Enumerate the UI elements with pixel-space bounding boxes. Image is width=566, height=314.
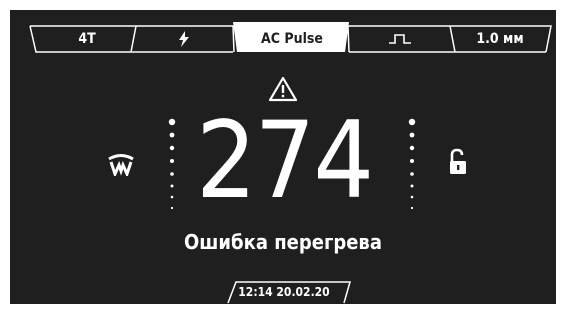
welder-display-screen: 4T AC Pulse 1.0 мм 274 Ошибка перегрева … bbox=[10, 10, 556, 304]
datetime-label: 12:14 20.02.20 bbox=[238, 285, 330, 299]
datetime-tab-outline bbox=[227, 281, 351, 304]
